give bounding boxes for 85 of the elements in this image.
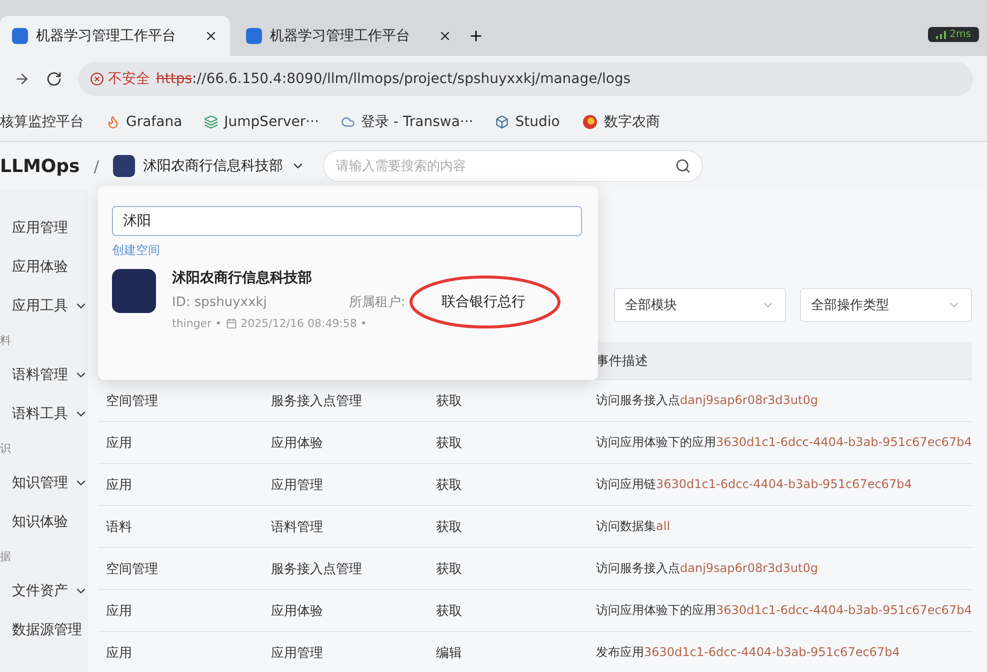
latency-badge: 2ms — [928, 27, 979, 42]
event-description: 访问应用链3630d1c1-6dcc-4404-b3ab-951c67ec67b4 — [595, 476, 913, 493]
sidebar-item[interactable]: 应用管理 — [0, 208, 88, 247]
calendar-icon — [226, 318, 237, 329]
workspace-selector[interactable]: 沭阳农商行信息科技部 — [113, 155, 306, 177]
section-label: 识 — [0, 440, 11, 456]
sidebar-item[interactable]: 语料管理 — [0, 355, 88, 394]
filter-select[interactable]: 全部模块 — [614, 288, 786, 322]
table-cell-text: 应用 — [105, 434, 133, 452]
reload-icon[interactable] — [46, 71, 62, 87]
sidebar-item[interactable]: 文件资产 — [0, 571, 88, 610]
column-header: 事件描述 — [595, 352, 649, 370]
table-cell-text: 空间管理 — [105, 392, 159, 410]
sidebar-item[interactable]: 数据源管理 — [0, 610, 88, 649]
logo-text: LLMOps — [0, 156, 80, 176]
table-cell-text: 获取 — [435, 602, 463, 620]
event-description: 访问数据集all — [595, 518, 672, 535]
layers-icon — [204, 114, 218, 128]
event-description: 发布应用3630d1c1-6dcc-4404-b3ab-951c67ec67b4 — [595, 644, 901, 661]
url-text: https://66.6.150.4:8090/llm/llmops/project/spshuyxxkj/manage/logs — [156, 71, 631, 87]
sidebar-item[interactable]: 应用体验 — [0, 247, 88, 286]
flame-icon — [106, 114, 120, 128]
created-time: 2025/12/16 08:49:58 • — [240, 317, 367, 330]
table-cell-text: 语料管理 — [270, 518, 324, 536]
workspace-name: 沭阳农商行信息科技部 — [172, 269, 313, 287]
sidebar-item[interactable]: 知识管理 — [0, 463, 88, 502]
new-tab-icon[interactable] — [468, 28, 484, 44]
workspace-avatar — [112, 269, 156, 313]
bookmark[interactable]: 数字农商 — [582, 112, 660, 130]
browser-tab[interactable]: 机器学习管理工作平台 — [234, 16, 464, 56]
event-description: 访问服务接入点danj9sap6r08r3d3ut0g — [595, 560, 819, 577]
workspace-icon — [113, 155, 136, 177]
owner-text: thinger • — [172, 317, 222, 330]
cube-icon — [495, 114, 510, 128]
table-cell-text: 获取 — [435, 434, 463, 452]
bookmark[interactable]: 核算监控平台 — [0, 112, 84, 130]
table-cell-text: 应用 — [105, 602, 133, 620]
table-cell-text: 获取 — [435, 560, 463, 578]
warning-icon — [90, 72, 104, 86]
forward-icon[interactable] — [14, 71, 30, 87]
breadcrumb-separator: / — [94, 156, 100, 176]
bookmark[interactable]: Grafana — [106, 114, 182, 130]
security-warning[interactable]: 不安全 — [90, 70, 150, 88]
swirl-logo-icon — [582, 114, 598, 130]
search-field[interactable]: 请输入需要搜索的内容 — [323, 150, 704, 182]
sidebar-item[interactable]: 应用工具 — [0, 286, 88, 325]
table-cell-text: 应用体验 — [270, 602, 324, 620]
table-cell-text: 应用 — [105, 476, 133, 494]
section-label: 料 — [0, 332, 11, 348]
tab-title: 机器学习管理工作平台 — [36, 27, 177, 45]
table-cell-text: 应用 — [105, 644, 133, 662]
sidebar-item[interactable]: 语料工具 — [0, 394, 88, 433]
event-description: 访问服务接入点danj9sap6r08r3d3ut0g — [595, 392, 819, 409]
browser-tab[interactable]: 机器学习管理工作平台 — [0, 16, 230, 56]
app-icon — [12, 28, 28, 44]
table-cell-text: 语料 — [105, 518, 133, 536]
section-label: 据 — [0, 548, 11, 564]
table-cell-text: 应用管理 — [270, 644, 324, 662]
table-cell-text: 获取 — [435, 392, 463, 410]
id-text: ID: spshuyxxkj — [172, 294, 267, 310]
event-description: 访问应用体验下的应用3630d1c1-6dcc-4404-b3ab-951c67ec67b4 — [595, 602, 972, 619]
bookmark[interactable]: Studio — [495, 114, 560, 130]
table-cell-text: 应用管理 — [270, 476, 324, 494]
table-cell-text: 应用体验 — [270, 434, 324, 452]
tab-title: 机器学习管理工作平台 — [270, 27, 411, 45]
tenant-label: 所属租户: — [348, 294, 406, 311]
table-cell-text: 服务接入点管理 — [270, 392, 363, 410]
cloud-icon — [340, 114, 355, 128]
app-icon — [246, 28, 262, 44]
table-cell-text: 编辑 — [435, 644, 463, 662]
close-icon[interactable] — [204, 29, 218, 43]
bookmark[interactable]: 登录 - Transwa··· — [340, 112, 474, 130]
table-cell-text: 获取 — [435, 476, 463, 494]
event-description: 访问应用体验下的应用3630d1c1-6dcc-4404-b3ab-951c67ec67b4 — [595, 434, 972, 451]
bookmark[interactable]: JumpServer··· — [204, 114, 319, 130]
workspace-search-field[interactable]: 沭阳 — [112, 206, 582, 236]
table-cell-text: 获取 — [435, 518, 463, 536]
table-cell-text: 空间管理 — [105, 560, 159, 578]
filter-select[interactable]: 全部操作类型 — [800, 288, 972, 322]
sidebar-item[interactable]: 知识体验 — [0, 502, 88, 541]
table-cell-text: 服务接入点管理 — [270, 560, 363, 578]
close-icon[interactable] — [438, 29, 452, 43]
tenant-name: 联合银行总行 — [441, 293, 526, 311]
search-icon[interactable] — [675, 158, 692, 174]
address-bar[interactable]: 不安全 https://66.6.150.4:8090/llm/llmops/project/spshuyxxkj/manage/logs — [78, 62, 973, 96]
